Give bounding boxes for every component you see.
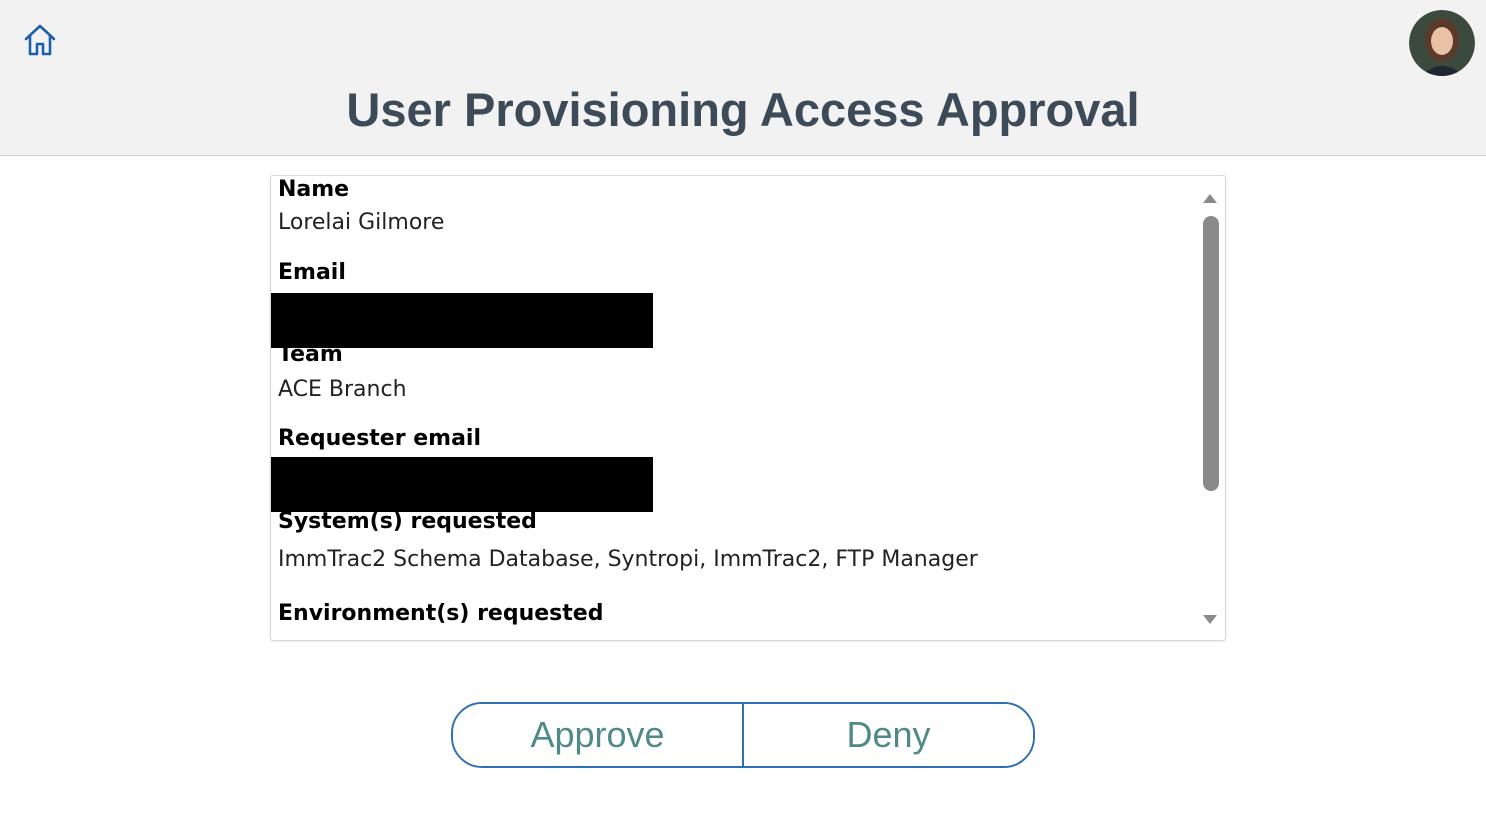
app-header: User Provisioning Access Approval (0, 0, 1486, 156)
scroll-up-button[interactable] (1201, 191, 1219, 205)
triangle-up-icon (1203, 194, 1217, 203)
user-avatar[interactable] (1409, 10, 1475, 76)
email-redaction (271, 293, 653, 348)
requester-email-label: Requester email (278, 426, 482, 451)
home-icon (24, 24, 56, 56)
name-value: Lorelai Gilmore (278, 210, 445, 235)
triangle-down-icon (1203, 615, 1217, 624)
approve-button[interactable]: Approve (453, 704, 742, 766)
scrollbar-thumb[interactable] (1203, 216, 1219, 491)
page-title: User Provisioning Access Approval (346, 83, 1140, 136)
name-label: Name (278, 177, 350, 202)
email-label: Email (278, 260, 346, 285)
scroll-down-button[interactable] (1201, 613, 1219, 627)
home-button[interactable] (20, 20, 60, 60)
decision-button-group: Approve Deny (451, 702, 1035, 768)
team-value: ACE Branch (278, 377, 407, 402)
requester-email-redaction (271, 457, 653, 512)
systems-requested-label: System(s) requested (278, 509, 537, 534)
systems-requested-value: ImmTrac2 Schema Database, Syntropi, ImmT… (278, 547, 978, 572)
avatar-photo (1409, 10, 1475, 76)
deny-button[interactable]: Deny (744, 704, 1033, 766)
environments-requested-label: Environment(s) requested (278, 601, 604, 626)
request-details-panel[interactable]: Name Lorelai Gilmore Email Team ACE Bran… (270, 175, 1226, 641)
